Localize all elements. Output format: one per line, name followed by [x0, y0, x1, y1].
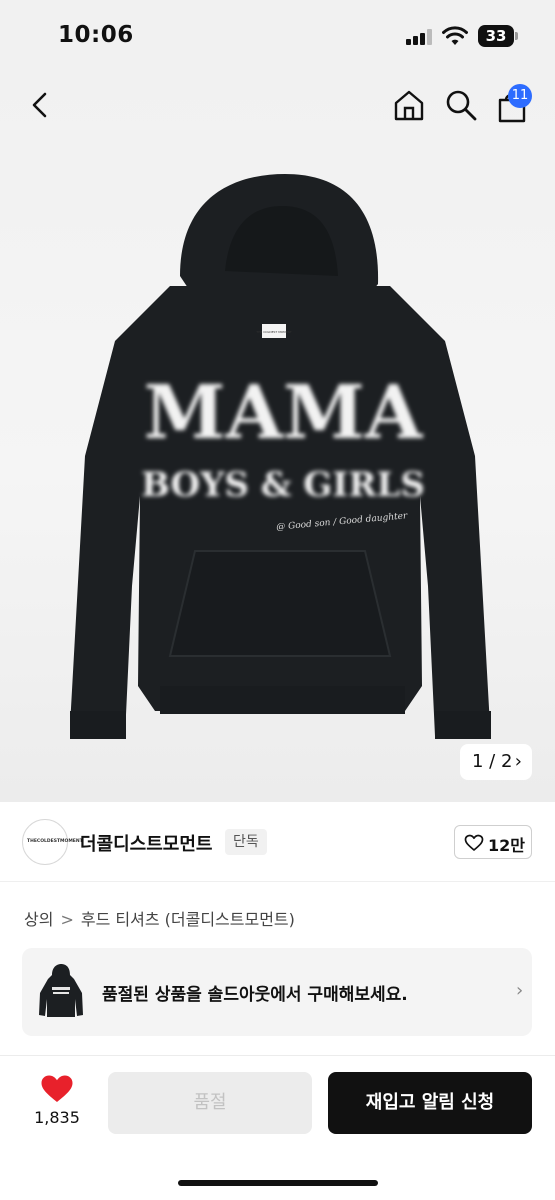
product-image-gallery[interactable]: 11 THE COLDEST MOMENT MAMA BOYS & GIRLS …	[0, 74, 555, 802]
chevron-right-icon: ›	[514, 751, 522, 772]
brand-like-button[interactable]: 12만	[454, 825, 532, 859]
wifi-icon	[442, 26, 468, 45]
image-page-counter[interactable]: 1 / 2 ›	[460, 744, 532, 780]
image-counter-text: 1 / 2	[472, 751, 513, 772]
home-icon[interactable]	[392, 88, 426, 122]
breadcrumb-item-category[interactable]: 상의	[24, 906, 53, 930]
hoodie-neck-label: THE COLDEST MOMENT	[255, 330, 292, 334]
breadcrumb-item-subcategory[interactable]: 후드 티셔츠 (더콜디스트모먼트)	[81, 906, 295, 930]
status-bar: 10:06 33	[0, 0, 555, 74]
status-time: 10:06	[58, 22, 134, 48]
brand-logo-text: THECOLDESTMOMENT	[27, 839, 83, 844]
back-icon[interactable]	[26, 90, 56, 120]
soldout-banner-text: 품절된 상품을 솔드아웃에서 구매해보세요.	[102, 985, 408, 1005]
battery-icon: 33	[478, 25, 518, 47]
brand-logo[interactable]: THECOLDESTMOMENT	[22, 819, 83, 865]
heart-filled-icon[interactable]	[40, 1074, 74, 1104]
battery-level: 33	[478, 25, 514, 47]
cart-count-badge: 11	[508, 84, 532, 108]
soldout-button: 품절	[108, 1072, 312, 1134]
home-indicator[interactable]	[178, 1180, 378, 1186]
cellular-signal-icon	[406, 29, 434, 45]
brand-like-count: 12만	[488, 836, 525, 855]
print-title: MAMA	[144, 370, 424, 456]
soldout-redirect-banner[interactable]: 품절된 상품을 솔드아웃에서 구매해보세요. ›	[22, 948, 532, 1036]
heart-outline-icon	[464, 834, 484, 851]
soldout-product-thumbnail	[39, 964, 83, 1017]
hoodie-product-image: THE COLDEST MOMENT MAMA BOYS & GIRLS @ G…	[70, 174, 491, 739]
exclusive-badge: 단독	[225, 829, 267, 855]
brand-name[interactable]: 더콜디스트모먼트	[80, 830, 212, 856]
breadcrumb: 상의 > 후드 티셔츠 (더콜디스트모먼트)	[24, 906, 295, 930]
restock-alert-button[interactable]: 재입고 알림 신청	[328, 1072, 532, 1134]
chevron-right-icon: ›	[516, 980, 524, 1001]
search-icon[interactable]	[444, 88, 478, 122]
brand-row: THECOLDESTMOMENT 더콜디스트모먼트 단독 12만	[0, 802, 555, 882]
print-subtitle: BOYS & GIRLS	[141, 465, 425, 505]
wish-count: 1,835	[34, 1108, 80, 1127]
breadcrumb-separator: >	[60, 910, 74, 929]
